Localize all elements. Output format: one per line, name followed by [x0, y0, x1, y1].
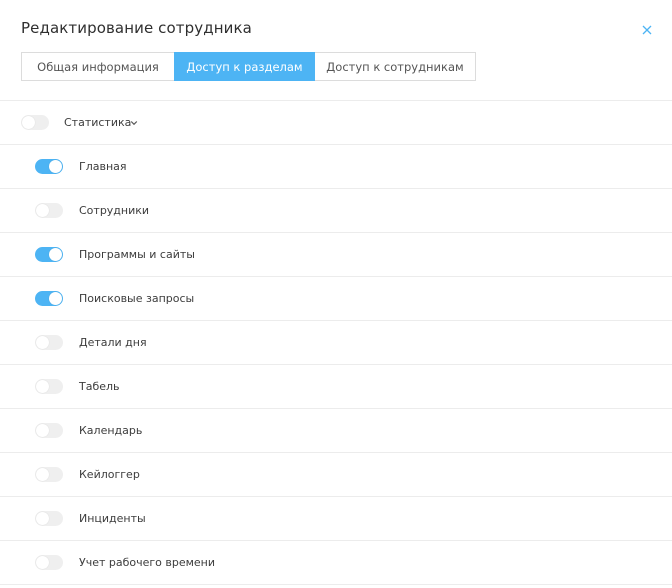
close-icon[interactable] — [641, 24, 653, 36]
tab-general-info[interactable]: Общая информация — [21, 52, 174, 81]
list-item: Табель — [0, 364, 672, 408]
toggle-knob — [36, 380, 49, 393]
list-item: Календарь — [0, 408, 672, 452]
item-toggle[interactable] — [35, 379, 63, 394]
item-toggle[interactable] — [35, 423, 63, 438]
item-label: Поисковые запросы — [79, 292, 195, 305]
toggle-knob — [49, 248, 62, 261]
chevron-down-icon[interactable] — [130, 120, 138, 126]
group-label: Статистика — [64, 116, 132, 129]
toggle-knob — [36, 204, 49, 217]
item-toggle[interactable] — [35, 467, 63, 482]
list-item: Программы и сайты — [0, 232, 672, 276]
list-item: Сотрудники — [0, 188, 672, 232]
item-label: Сотрудники — [79, 204, 150, 217]
tab-bar: Общая информация Доступ к разделам Досту… — [21, 52, 476, 81]
item-label: Календарь — [79, 424, 143, 437]
group-row-statistics: Статистика — [0, 100, 672, 144]
list-item: Кейлоггер — [0, 452, 672, 496]
toggle-knob — [49, 292, 62, 305]
dialog-title: Редактирование сотрудника — [21, 19, 252, 37]
item-label: Инциденты — [79, 512, 146, 525]
toggle-knob — [49, 160, 62, 173]
list-item: Детали дня — [0, 320, 672, 364]
toggle-knob — [36, 468, 49, 481]
item-label: Детали дня — [79, 336, 147, 349]
list-item: Поисковые запросы — [0, 276, 672, 320]
item-toggle[interactable] — [35, 555, 63, 570]
list-item: Учет рабочего времени — [0, 540, 672, 584]
tab-section-access[interactable]: Доступ к разделам — [174, 52, 315, 81]
toggle-knob — [36, 336, 49, 349]
item-label: Табель — [79, 380, 120, 393]
item-toggle[interactable] — [35, 335, 63, 350]
item-toggle[interactable] — [35, 159, 63, 174]
tab-employee-access[interactable]: Доступ к сотрудникам — [315, 52, 476, 81]
item-label: Кейлоггер — [79, 468, 140, 481]
list-item: Главная — [0, 144, 672, 188]
toggle-knob — [36, 556, 49, 569]
item-toggle[interactable] — [35, 511, 63, 526]
toggle-knob — [36, 512, 49, 525]
item-toggle[interactable] — [35, 291, 63, 306]
item-toggle[interactable] — [35, 203, 63, 218]
item-toggle[interactable] — [35, 247, 63, 262]
item-label: Главная — [79, 160, 127, 173]
list-item: Инциденты — [0, 496, 672, 540]
item-label: Программы и сайты — [79, 248, 195, 261]
divider — [0, 584, 672, 585]
group-toggle[interactable] — [21, 115, 49, 130]
toggle-knob — [22, 116, 35, 129]
toggle-knob — [36, 424, 49, 437]
item-label: Учет рабочего времени — [79, 556, 216, 569]
